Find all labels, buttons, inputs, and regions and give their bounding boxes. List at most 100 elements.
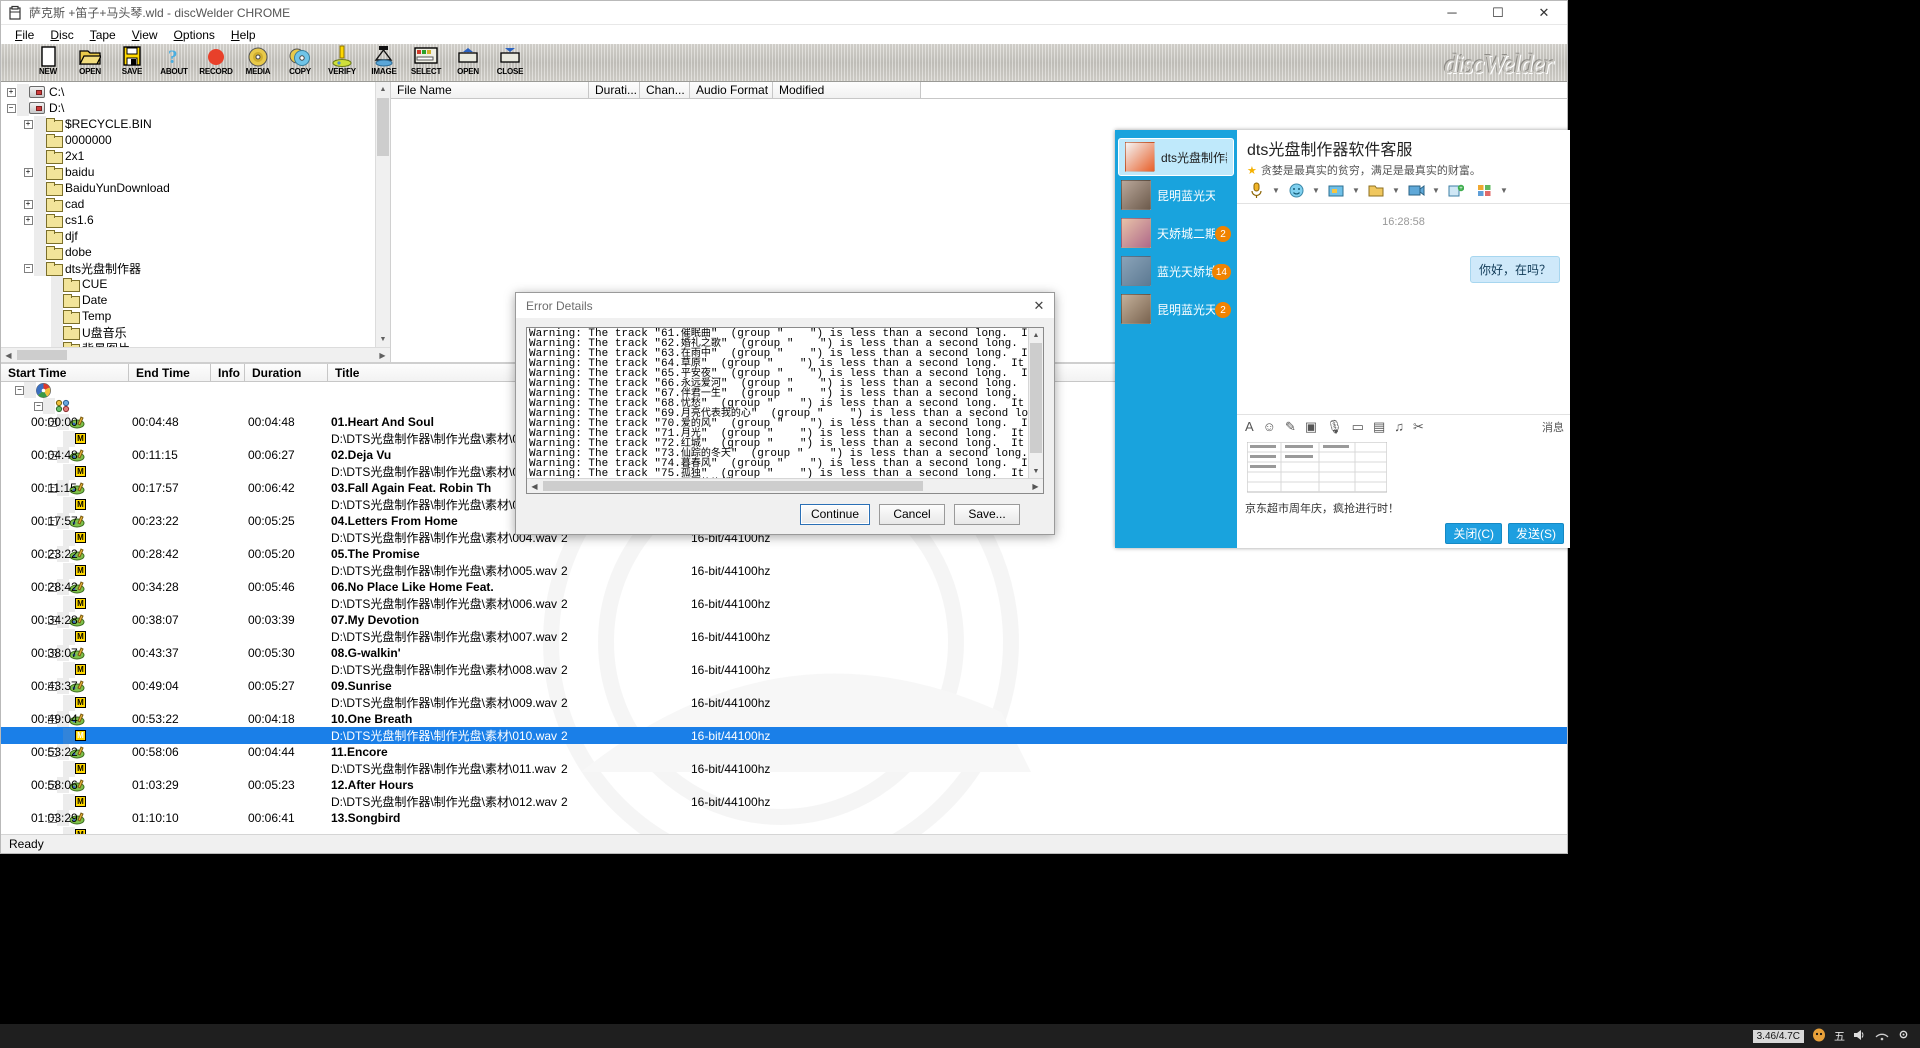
tree-expander-box[interactable]: + xyxy=(23,199,33,209)
screenshot-icon[interactable] xyxy=(1323,180,1349,202)
network-icon[interactable] xyxy=(1875,1029,1889,1044)
chevron-down-icon[interactable]: ▼ xyxy=(1391,180,1401,202)
emoji-icon[interactable]: ☺ xyxy=(1263,419,1276,434)
collapse-toggle-root[interactable]: − xyxy=(15,385,24,395)
menu-file[interactable]: File xyxy=(7,28,42,42)
toolbar-button-record[interactable]: RECORD xyxy=(195,44,237,82)
toolbar-button-verify[interactable]: VERIFY xyxy=(321,44,363,82)
font-icon[interactable]: A xyxy=(1245,419,1254,434)
toolbar-button-new[interactable]: NEW xyxy=(27,44,69,82)
track-column-header-1[interactable]: End Time xyxy=(129,364,211,381)
scroll-left-icon[interactable]: ◀ xyxy=(1,351,16,360)
cut-icon[interactable]: ✂ xyxy=(1413,419,1424,435)
tree-item-9[interactable]: djf xyxy=(1,228,390,244)
track-column-header-3[interactable]: Duration xyxy=(245,364,328,381)
tree-expander[interactable]: − xyxy=(22,260,34,276)
file-column-header-3[interactable]: Audio Format xyxy=(690,82,773,98)
qq-contact-item[interactable]: 昆明蓝光天娇2 xyxy=(1115,290,1237,328)
tree-item-10[interactable]: dobe xyxy=(1,244,390,260)
tree-expander[interactable]: + xyxy=(22,164,34,180)
tree-item-15[interactable]: U盘音乐 xyxy=(1,324,390,340)
qq-contact-list[interactable]: dts光盘制作器软昆明蓝光天娇城二天娇城二期业2蓝光天娇城14昆明蓝光天娇2 xyxy=(1115,130,1237,548)
qq-tray-icon[interactable] xyxy=(1812,1028,1826,1045)
maximize-button[interactable]: ☐ xyxy=(1475,1,1521,25)
tree-item-8[interactable]: + cs1.6 xyxy=(1,212,390,228)
scroll-left-icon[interactable]: ◀ xyxy=(527,482,542,491)
tree-vertical-scrollbar[interactable]: ▲ ▼ xyxy=(375,82,390,347)
qq-advertisement[interactable]: 京东超市周年庆，疯抢进行时！ xyxy=(1237,498,1570,518)
toolbar-button-copy[interactable]: COPY xyxy=(279,44,321,82)
minimize-button[interactable]: ─ xyxy=(1429,1,1475,25)
scroll-thumb-h[interactable] xyxy=(543,481,923,491)
tree-item-13[interactable]: Date xyxy=(1,292,390,308)
chevron-down-icon[interactable]: ▼ xyxy=(1271,180,1281,202)
scroll-right-icon[interactable]: ▶ xyxy=(375,351,390,360)
toolbar-button-about[interactable]: ? ABOUT xyxy=(153,44,195,82)
ime-indicator[interactable]: 五 xyxy=(1834,1028,1845,1044)
menu-options[interactable]: Options xyxy=(166,28,223,42)
tree-expander[interactable]: + xyxy=(22,116,34,132)
track-row[interactable]: −00:28:42 00:34:28 00:05:46 06.No Place Lik… xyxy=(1,579,1567,612)
scroll-thumb[interactable] xyxy=(1030,343,1042,453)
app-grid-icon[interactable] xyxy=(1471,180,1497,202)
chevron-down-icon[interactable]: ▼ xyxy=(1499,180,1509,202)
tree-expander-box[interactable]: − xyxy=(6,103,16,113)
tree-item-12[interactable]: CUE xyxy=(1,276,390,292)
track-row[interactable]: −00:43:37 00:49:04 00:05:27 09.Sunrise M D:\D… xyxy=(1,678,1567,711)
voice-icon[interactable]: 🎙 xyxy=(1326,419,1343,435)
file-column-header-1[interactable]: Durati... xyxy=(589,82,640,98)
tree-expander[interactable]: + xyxy=(5,84,17,100)
microphone-icon[interactable] xyxy=(1243,180,1269,202)
qq-message-area[interactable]: 16:28:58 你好，在吗？ xyxy=(1237,204,1570,414)
error-list-vscroll[interactable]: ▲ ▼ xyxy=(1028,328,1043,478)
scroll-up-icon[interactable]: ▲ xyxy=(376,82,390,97)
continue-button[interactable]: Continue xyxy=(799,503,870,525)
track-row[interactable]: −00:58:06 01:03:29 00:05:23 12.After Hours M… xyxy=(1,777,1567,810)
screenshot-icon[interactable]: ▣ xyxy=(1305,419,1317,435)
scroll-thumb-h[interactable] xyxy=(17,350,67,360)
volume-icon[interactable] xyxy=(1853,1029,1867,1044)
toolbar-button-select[interactable]: SELECT xyxy=(405,44,447,82)
close-icon[interactable]: ✕ xyxy=(1024,293,1054,319)
qq-contact-item[interactable]: 昆明蓝光天娇城二 xyxy=(1115,176,1237,214)
tree-item-3[interactable]: 0000000 xyxy=(1,132,390,148)
track-row[interactable]: −00:53:22 00:58:06 00:04:44 11.Encore M D:\DT… xyxy=(1,744,1567,777)
qq-contact-item[interactable]: 天娇城二期业2 xyxy=(1115,214,1237,252)
image-icon[interactable]: ▭ xyxy=(1352,419,1364,435)
scroll-right-icon[interactable]: ▶ xyxy=(1028,482,1043,491)
chevron-down-icon[interactable]: ▼ xyxy=(1431,180,1441,202)
close-button[interactable]: ✕ xyxy=(1521,1,1567,25)
tree-item-16[interactable]: 背景图片 xyxy=(1,340,390,347)
save-button[interactable]: Save... xyxy=(954,503,1020,525)
tree-expander[interactable]: − xyxy=(5,100,17,116)
tree-item-6[interactable]: BaiduYunDownload xyxy=(1,180,390,196)
toolbar-button-open-tray[interactable]: OPEN xyxy=(447,44,489,82)
track-row[interactable]: −00:34:28 00:38:07 00:03:39 07.My Devotion M… xyxy=(1,612,1567,645)
track-column-header-0[interactable]: Start Time xyxy=(1,364,129,381)
qq-contact-item[interactable]: 蓝光天娇城 14 xyxy=(1115,252,1237,290)
tree-expander-box[interactable]: + xyxy=(23,119,33,129)
qq-close-button[interactable]: 关闭(C) xyxy=(1445,522,1502,544)
track-row[interactable]: −00:49:04 00:53:22 00:04:18 10.One Breath M D… xyxy=(1,711,1567,744)
scroll-up-icon[interactable]: ▲ xyxy=(1029,328,1043,342)
video-icon[interactable] xyxy=(1403,180,1429,202)
chevron-down-icon[interactable]: ▼ xyxy=(1351,180,1361,202)
tree-item-0[interactable]: + C:\ xyxy=(1,84,390,100)
scroll-down-icon[interactable]: ▼ xyxy=(1029,464,1043,478)
error-message-list[interactable]: Warning: The track "61. 催眠曲 " (group " ") … xyxy=(526,327,1044,494)
add-contact-icon[interactable]: + xyxy=(1443,180,1469,202)
scroll-down-icon[interactable]: ▼ xyxy=(376,332,390,347)
chevron-down-icon[interactable]: ▼ xyxy=(1311,180,1321,202)
menu-help[interactable]: Help xyxy=(223,28,264,42)
tree-item-1[interactable]: − D:\ xyxy=(1,100,390,116)
tree-item-14[interactable]: Temp xyxy=(1,308,390,324)
tree-expander[interactable]: + xyxy=(22,196,34,212)
menu-disc[interactable]: Disc xyxy=(42,28,81,42)
tree-expander-box[interactable]: − xyxy=(23,263,33,273)
folder-send-icon[interactable] xyxy=(1363,180,1389,202)
collapse-toggle-group[interactable]: − xyxy=(34,401,43,411)
tree-item-4[interactable]: 2x1 xyxy=(1,148,390,164)
toolbar-button-media[interactable]: MEDIA xyxy=(237,44,279,82)
qq-message-record-label[interactable]: 消息 xyxy=(1542,419,1570,435)
tree-expander-box[interactable]: + xyxy=(6,87,16,97)
